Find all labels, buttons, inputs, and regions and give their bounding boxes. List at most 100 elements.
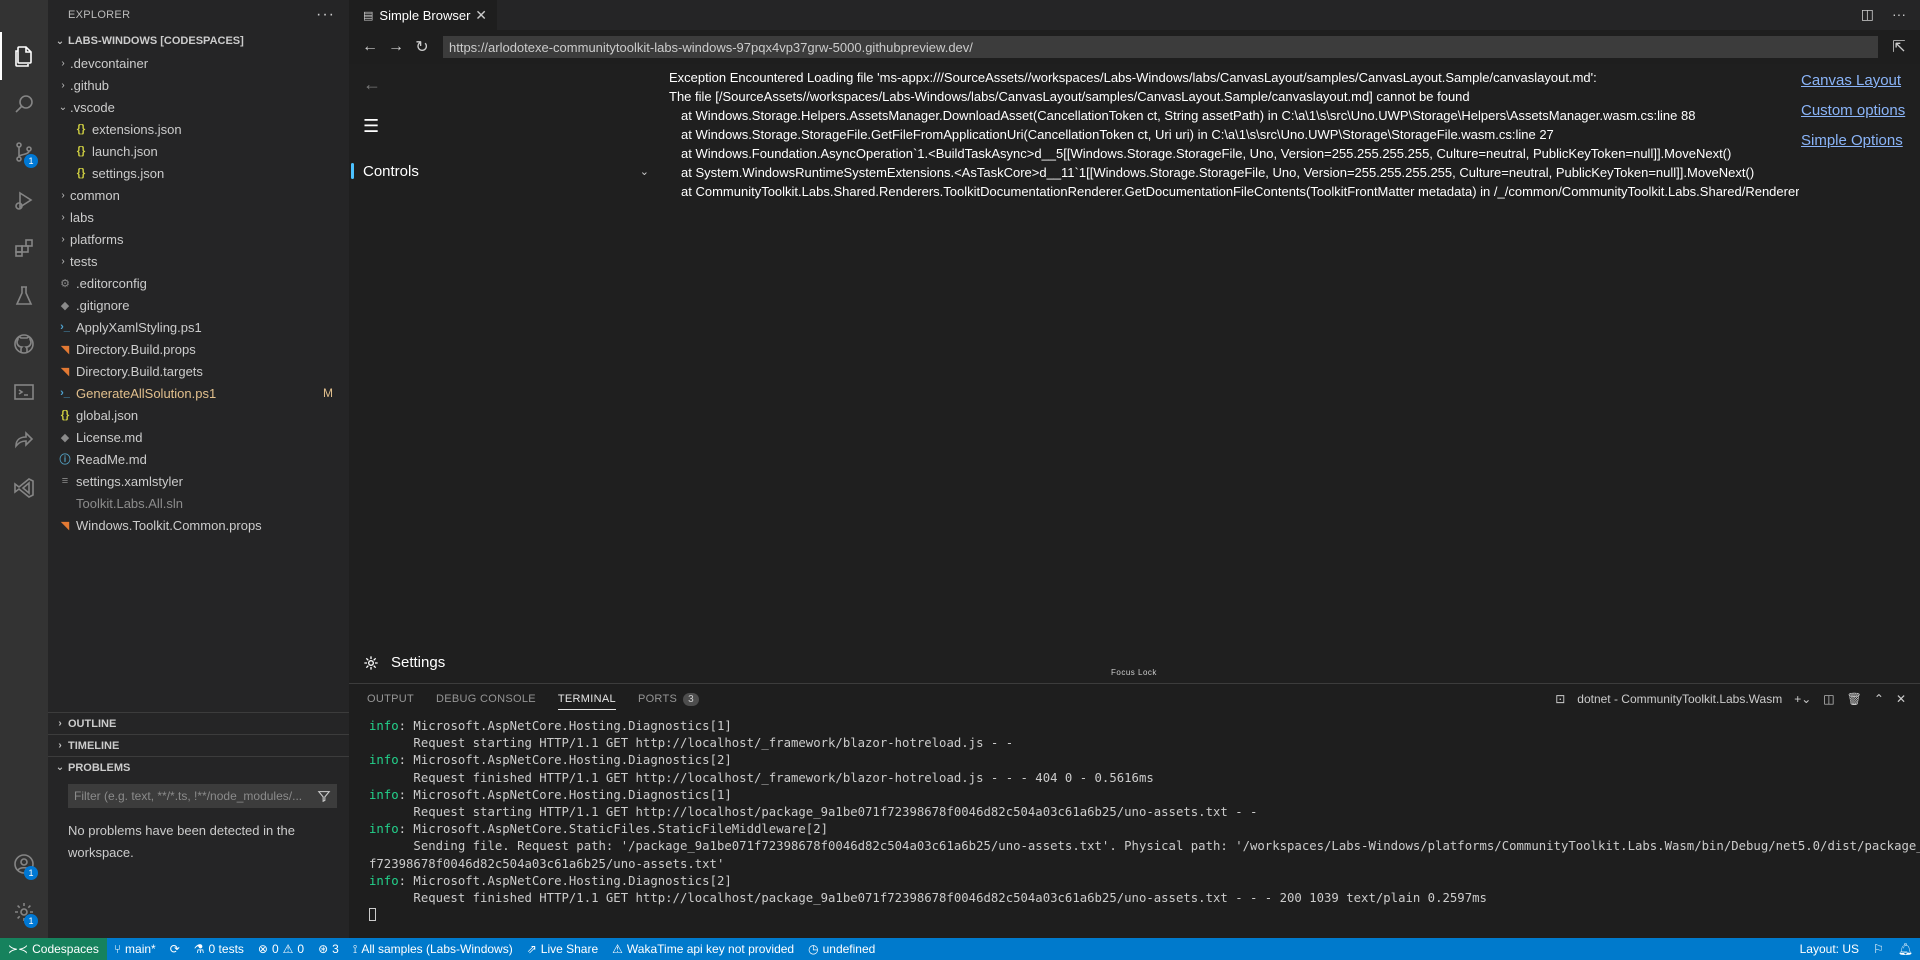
tree-folder[interactable]: › labs xyxy=(48,206,349,228)
sample-link[interactable]: Canvas Layout xyxy=(1801,72,1905,89)
tree-file[interactable]: ◆ .gitignore xyxy=(48,294,349,316)
tree-item-label: License.md xyxy=(76,429,143,445)
tree-item-label: .editorconfig xyxy=(76,275,147,291)
sync-indicator[interactable]: ⟳ xyxy=(163,938,187,960)
terminal-cursor xyxy=(369,908,376,922)
testing-icon[interactable] xyxy=(0,272,48,320)
tree-folder[interactable]: › .github xyxy=(48,74,349,96)
more-actions-icon[interactable]: ··· xyxy=(316,6,335,24)
problems-filter xyxy=(68,784,337,808)
add-terminal-icon[interactable]: +⌄ xyxy=(1794,692,1811,706)
live-share-indicator[interactable]: ⇗ Live Share xyxy=(520,938,605,960)
back-icon[interactable]: ← xyxy=(357,38,383,56)
notifications-indicator[interactable]: 🔔︎ xyxy=(1891,938,1920,960)
tree-item-label: GenerateAllSolution.ps1 xyxy=(76,385,217,401)
split-terminal-icon[interactable]: ◫ xyxy=(1823,692,1834,706)
wakatime-indicator[interactable]: ⚠ WakaTime api key not provided xyxy=(605,938,801,960)
beaker-icon: ⚗ xyxy=(193,942,205,956)
branch-indicator[interactable]: ⑂ main* xyxy=(107,938,163,960)
search-icon[interactable] xyxy=(0,80,48,128)
tree-file[interactable]: ◥ Directory.Build.targets xyxy=(48,360,349,382)
tree-file[interactable]: ◥ Directory.Build.props xyxy=(48,338,349,360)
timeline-title: TIMELINE xyxy=(68,739,120,752)
tree-file[interactable]: ›_ GenerateAllSolution.ps1 M xyxy=(48,382,349,404)
workspace-section[interactable]: ⌄ LABS-WINDOWS [CODESPACES] xyxy=(48,30,349,52)
visual-studio-icon[interactable] xyxy=(0,464,48,512)
close-icon[interactable]: ✕ xyxy=(475,7,487,24)
tree-file[interactable]: ›_ ApplyXamlStyling.ps1 xyxy=(48,316,349,338)
terminal-prompt[interactable] xyxy=(369,907,1920,924)
tree-file[interactable]: ◆ License.md xyxy=(48,426,349,448)
source-control-icon[interactable]: 1 xyxy=(0,128,48,176)
tab-output[interactable]: OUTPUT xyxy=(367,684,414,714)
panel-tabs: OUTPUT DEBUG CONSOLE TERMINAL PORTS 3 ⊡ … xyxy=(349,684,1920,714)
tree-file[interactable]: Toolkit.Labs.All.sln xyxy=(48,492,349,514)
timeline-section[interactable]: › TIMELINE xyxy=(48,734,349,756)
ports-indicator[interactable]: ⊛ 3 xyxy=(311,938,346,960)
tree-file[interactable]: {} settings.json xyxy=(48,162,349,184)
tab-terminal[interactable]: TERMINAL xyxy=(557,684,616,714)
url-input[interactable] xyxy=(449,39,1878,55)
undefined-label: undefined xyxy=(822,942,876,956)
open-external-icon[interactable]: ⇱ xyxy=(1886,37,1912,57)
tree-file[interactable]: {} global.json xyxy=(48,404,349,426)
split-editor-icon[interactable]: ◫ xyxy=(1861,6,1874,23)
keyboard-layout[interactable]: Layout: US xyxy=(1793,938,1866,960)
github-icon[interactable] xyxy=(0,320,48,368)
live-share-icon[interactable] xyxy=(0,416,48,464)
nav-item-settings[interactable]: Settings xyxy=(363,654,445,671)
tab-ports[interactable]: PORTS 3 xyxy=(638,684,700,714)
extensions-icon[interactable] xyxy=(0,224,48,272)
tree-file[interactable]: ≡ settings.xamlstyler xyxy=(48,470,349,492)
tree-file[interactable]: ⓘ ReadMe.md xyxy=(48,448,349,470)
filter-icon[interactable] xyxy=(317,789,331,803)
accounts-icon[interactable]: 1 xyxy=(0,840,48,888)
problems-filter-input[interactable] xyxy=(74,789,314,803)
tree-folder[interactable]: › platforms xyxy=(48,228,349,250)
terminal-line: info: Microsoft.AspNetCore.Hosting.Diagn… xyxy=(369,873,1920,890)
hamburger-menu-icon[interactable]: ☰ xyxy=(363,116,379,137)
remote-icon: ≻≺ xyxy=(8,942,29,956)
problems-indicator[interactable]: ⊗ 0 ⚠ 0 xyxy=(251,938,311,960)
tree-file[interactable]: {} launch.json xyxy=(48,140,349,162)
chevron-right-icon: › xyxy=(61,57,65,69)
trash-icon[interactable]: 🗑 xyxy=(1847,692,1862,706)
terminal-name[interactable]: dotnet - CommunityToolkit.Labs.Wasm xyxy=(1577,692,1782,706)
tab-debug-console[interactable]: DEBUG CONSOLE xyxy=(436,684,536,714)
tree-file[interactable]: ◥ Windows.Toolkit.Common.props xyxy=(48,514,349,536)
tree-folder[interactable]: › .devcontainer xyxy=(48,52,349,74)
terminal-output[interactable]: info: Microsoft.AspNetCore.Hosting.Diagn… xyxy=(349,714,1920,924)
no-problems-message: No problems have been detected in the wo… xyxy=(68,823,295,860)
project-indicator[interactable]: ⟟ All samples (Labs-Windows) xyxy=(346,938,520,960)
run-debug-icon[interactable] xyxy=(0,176,48,224)
forward-icon[interactable]: → xyxy=(383,38,409,56)
sample-link[interactable]: Simple Options xyxy=(1801,132,1905,149)
outline-section[interactable]: › OUTLINE xyxy=(48,712,349,734)
tab-simple-browser[interactable]: ▤ Simple Browser ✕ xyxy=(349,0,497,30)
tree-folder[interactable]: › common xyxy=(48,184,349,206)
remote-indicator[interactable]: ≻≺ Codespaces xyxy=(0,938,107,960)
close-icon[interactable]: ✕ xyxy=(1896,692,1906,706)
nav-item-controls[interactable]: Controls ⌄ xyxy=(349,156,669,186)
gear-icon[interactable]: 1 xyxy=(0,888,48,936)
tests-indicator[interactable]: ⚗ 0 tests xyxy=(187,938,251,960)
browser-tab-icon: ▤ xyxy=(363,9,374,22)
problems-section[interactable]: ⌄ PROBLEMS xyxy=(48,756,349,778)
terminal-line-text: Request finished HTTP/1.1 GET http://loc… xyxy=(369,770,1154,785)
page-back-icon[interactable]: ← xyxy=(363,74,381,95)
maximize-panel-icon[interactable]: ⌃ xyxy=(1874,692,1884,706)
reload-icon[interactable]: ↻ xyxy=(409,37,435,57)
clock-indicator[interactable]: ◷ undefined xyxy=(801,938,882,960)
file-type-icon: ◆ xyxy=(60,299,70,312)
tree-folder[interactable]: › tests xyxy=(48,250,349,272)
feedback-indicator[interactable]: ⚐ xyxy=(1866,938,1891,960)
more-actions-icon[interactable]: ··· xyxy=(1892,6,1906,23)
explorer-icon[interactable] xyxy=(0,32,48,80)
terminal-line-text: Sending file. Request path: '/package_9a… xyxy=(369,839,1920,854)
terminal-line: info: Microsoft.AspNetCore.Hosting.Diagn… xyxy=(369,787,1920,804)
tree-folder[interactable]: ⌄ .vscode xyxy=(48,96,349,118)
remote-explorer-icon[interactable] xyxy=(0,368,48,416)
sample-link[interactable]: Custom options xyxy=(1801,102,1905,119)
tree-file[interactable]: {} extensions.json xyxy=(48,118,349,140)
tree-file[interactable]: ⚙ .editorconfig xyxy=(48,272,349,294)
